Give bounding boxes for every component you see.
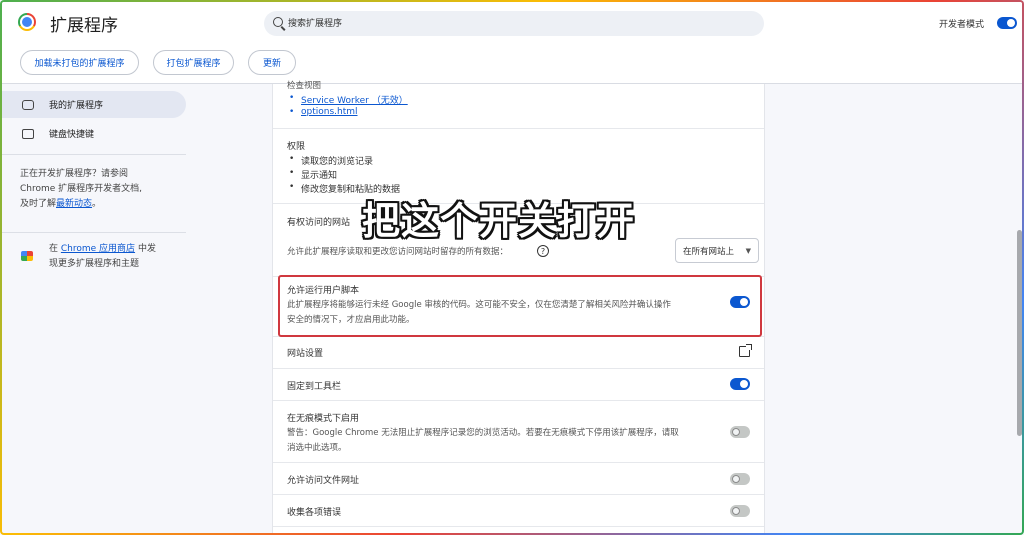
dev-mode-toggle[interactable] — [997, 17, 1017, 29]
scrollbar[interactable] — [1014, 84, 1022, 533]
dev-text-line-3: 及时了解最新动态。 — [20, 197, 180, 212]
site-access-select[interactable]: 在所有网站上 ▼ — [675, 238, 759, 263]
file-urls-toggle[interactable] — [730, 473, 750, 485]
load-unpacked-button[interactable]: 加载未打包的扩展程序 — [20, 50, 139, 75]
chrome-logo-icon — [18, 13, 36, 31]
section-divider — [273, 526, 764, 527]
inspect-views-label: 检查视图 — [287, 81, 322, 91]
update-button[interactable]: 更新 — [248, 50, 296, 75]
keyboard-icon — [22, 128, 34, 139]
search-icon — [273, 17, 283, 27]
section-divider — [273, 368, 764, 369]
section-divider — [273, 400, 764, 401]
search-input[interactable] — [288, 15, 748, 32]
options-html-link[interactable]: options.html — [289, 107, 357, 117]
site-access-select-value: 在所有网站上 — [683, 246, 735, 257]
store-prefix: 在 — [49, 244, 59, 254]
incognito-warning-1: 警告：Google Chrome 无法阻止扩展程序记录您的浏览活动。若要在无痕模… — [287, 428, 679, 438]
latest-news-link[interactable]: 最新动态 — [56, 199, 92, 209]
browser-window: 扩展程序 开发者模式 加载未打包的扩展程序 打包扩展程序 更新 我的扩展程序 键… — [0, 0, 1024, 535]
highlight-box — [278, 275, 762, 337]
dev-text-end: 。 — [92, 199, 102, 209]
annotation-text: 把这个开关打开 — [362, 199, 636, 243]
permission-item: 显示通知 — [289, 168, 337, 181]
sidebar-item-my-extensions[interactable]: 我的扩展程序 — [2, 91, 186, 118]
page-title: 扩展程序 — [50, 16, 118, 36]
section-divider — [273, 494, 764, 495]
sidebar-item-label: 键盘快捷键 — [49, 130, 95, 140]
chrome-web-store-icon — [21, 251, 33, 261]
sidebar: 我的扩展程序 键盘快捷键 正在开发扩展程序？请参阅 Chrome 扩展程序开发者… — [2, 84, 202, 533]
search-bar[interactable] — [264, 11, 764, 36]
permission-item: 读取您的浏览记录 — [289, 154, 373, 167]
open-in-new-icon[interactable] — [739, 344, 752, 357]
store-line-2: 现更多扩展程序和主题 — [49, 259, 140, 269]
dev-docs-text: 正在开发扩展程序？请参阅 Chrome 扩展程序开发者文档, 及时了解最新动态。 — [20, 167, 180, 212]
site-access-description: 允许此扩展程序读取和更改您访问网站时留存的所有数据： — [287, 247, 509, 257]
page-header: 扩展程序 开发者模式 加载未打包的扩展程序 打包扩展程序 更新 — [2, 2, 1022, 84]
collect-errors-toggle[interactable] — [730, 505, 750, 517]
sidebar-item-label: 我的扩展程序 — [49, 101, 104, 111]
pin-toolbar-toggle[interactable] — [730, 378, 750, 390]
dev-text-prefix: 及时了解 — [20, 199, 57, 209]
dev-text-line-1: 正在开发扩展程序？请参阅 — [20, 169, 129, 179]
dev-mode-label: 开发者模式 — [939, 20, 985, 30]
collect-errors-label: 收集各项错误 — [287, 508, 342, 518]
section-divider — [273, 128, 764, 129]
scrollbar-thumb[interactable] — [1017, 230, 1022, 436]
file-urls-label: 允许访问文件网址 — [287, 476, 360, 486]
permissions-title: 权限 — [287, 142, 306, 152]
chrome-web-store-link[interactable]: Chrome 应用商店 — [61, 244, 135, 254]
pin-toolbar-label: 固定到工具栏 — [287, 382, 342, 392]
sidebar-item-keyboard-shortcuts[interactable]: 键盘快捷键 — [2, 120, 186, 147]
incognito-title: 在无痕模式下启用 — [287, 414, 360, 424]
help-icon[interactable]: ? — [537, 245, 549, 257]
sidebar-divider — [2, 232, 186, 233]
pack-extension-button[interactable]: 打包扩展程序 — [153, 50, 234, 75]
site-settings-label[interactable]: 网站设置 — [287, 346, 323, 359]
puzzle-icon — [22, 99, 34, 110]
site-access-title: 有权访问的网站 — [287, 218, 351, 228]
store-line-1: 在 Chrome 应用商店 中发 — [49, 242, 179, 257]
dev-text-line-2: Chrome 扩展程序开发者文档, — [20, 184, 143, 194]
service-worker-link[interactable]: Service Worker （无效） — [289, 93, 408, 106]
incognito-toggle[interactable] — [730, 426, 750, 438]
incognito-warning-2: 消选中此选项。 — [287, 443, 347, 453]
chevron-down-icon: ▼ — [745, 247, 751, 255]
store-suffix: 中发 — [137, 244, 156, 254]
section-divider — [273, 462, 764, 463]
web-store-text: 在 Chrome 应用商店 中发 现更多扩展程序和主题 — [49, 242, 179, 272]
sidebar-divider — [2, 154, 186, 155]
